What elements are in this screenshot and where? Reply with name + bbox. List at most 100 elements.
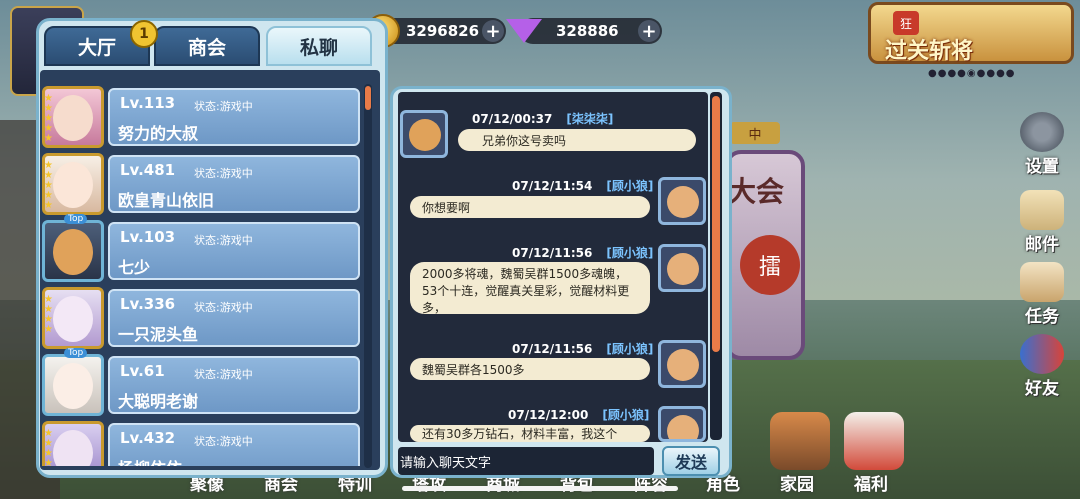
quest-button[interactable]: 任务 bbox=[1012, 262, 1072, 327]
message-sender[interactable]: [柒柒柒] bbox=[566, 112, 613, 126]
sender-avatar[interactable] bbox=[658, 406, 706, 442]
friend-name: 一只泥头鱼 bbox=[118, 325, 199, 344]
gem-amount: 328886 bbox=[556, 22, 619, 40]
event-banner[interactable]: 狂 过关斩将 bbox=[868, 2, 1074, 64]
friend-card: Lv.432 状态:游戏中 杨柳依依 bbox=[108, 423, 360, 466]
gold-amount: 3296826 bbox=[406, 22, 480, 40]
friend-level: Lv.336 bbox=[120, 295, 176, 313]
poster-tag: 中 bbox=[730, 122, 780, 144]
nav-item[interactable]: 福利 bbox=[854, 470, 888, 495]
friend-row[interactable]: ★ ★ ★ ★ Lv.336 状态:游戏中 一只泥头鱼 bbox=[42, 287, 362, 349]
friend-row[interactable]: ★ ★ ★ ★ ★ Lv.113 状态:游戏中 努力的大叔 bbox=[42, 86, 362, 148]
friend-status: 状态:游戏中 bbox=[194, 234, 253, 247]
friend-level: Lv.481 bbox=[120, 161, 176, 179]
gem-resource-bar: 328886 + bbox=[506, 18, 662, 44]
message-meta: 07/12/11:56 [顾小狼] bbox=[512, 340, 653, 357]
top-badge: Top bbox=[64, 214, 88, 224]
sender-avatar[interactable] bbox=[658, 177, 706, 225]
friend-avatar bbox=[42, 220, 104, 282]
settings-label: 设置 bbox=[1025, 157, 1059, 177]
friend-status: 状态:游戏中 bbox=[194, 100, 253, 113]
message-bubble: 魏蜀吴群各1500多 bbox=[410, 358, 650, 380]
friend-row[interactable]: Top Lv.61 状态:游戏中 大聪明老谢 bbox=[42, 348, 362, 416]
message-bubble: 2000多将魂，魏蜀吴群1500多魂魄，53个十连，觉醒真关星彩，觉醒材料更多， bbox=[410, 262, 650, 315]
friend-status: 状态:游戏中 bbox=[194, 167, 253, 180]
friend-name: 杨柳依依 bbox=[118, 455, 182, 466]
message-sender[interactable]: [顾小狼] bbox=[602, 408, 649, 422]
message-bubble: 还有30多万钻石，材料丰富，我这个 bbox=[410, 425, 650, 442]
star-rating-icon: ★★★★★ bbox=[44, 428, 53, 467]
chat-input[interactable]: 请输入聊天文字 bbox=[398, 447, 654, 475]
mail-label: 邮件 bbox=[1025, 235, 1059, 255]
message-meta: 07/12/11:54 [顾小狼] bbox=[512, 177, 653, 194]
message-time: 07/12/11:56 bbox=[512, 246, 593, 260]
sender-avatar[interactable] bbox=[658, 340, 706, 388]
message-bubble: 兄弟你这号卖吗 bbox=[458, 129, 696, 151]
home-icon[interactable] bbox=[770, 412, 830, 470]
top-badge: Top bbox=[64, 348, 88, 358]
friend-level: Lv.432 bbox=[120, 429, 176, 447]
friend-name: 大聪明老谢 bbox=[118, 392, 199, 411]
friend-level: Lv.61 bbox=[120, 362, 165, 380]
event-tag: 狂 bbox=[893, 11, 919, 35]
friends-button[interactable]: 好友 bbox=[1012, 334, 1072, 399]
message-meta: 07/12/00:37 [柒柒柒] bbox=[472, 110, 613, 127]
gear-icon bbox=[1020, 112, 1064, 152]
friend-card: Lv.336 状态:游戏中 一只泥头鱼 bbox=[108, 289, 360, 347]
friend-status: 状态:游戏中 bbox=[194, 301, 253, 314]
friend-card: Lv.61 状态:游戏中 大聪明老谢 bbox=[108, 356, 360, 414]
gold-resource-bar: 3296826 + bbox=[366, 14, 506, 48]
message-time: 07/12/12:00 bbox=[508, 408, 589, 422]
message-sender[interactable]: [顾小狼] bbox=[606, 342, 653, 356]
tab-private-chat[interactable]: 私聊 bbox=[266, 26, 372, 66]
message-sender[interactable]: [顾小狼] bbox=[606, 246, 653, 260]
star-rating-icon: ★★★★★ bbox=[44, 160, 53, 211]
friend-status: 状态:游戏中 bbox=[194, 435, 253, 448]
lucky-cat-icon[interactable] bbox=[844, 412, 904, 470]
message-sender[interactable]: [顾小狼] bbox=[606, 179, 653, 193]
gem-icon bbox=[506, 19, 542, 43]
friend-name: 七少 bbox=[118, 258, 151, 277]
sender-avatar[interactable] bbox=[658, 244, 706, 292]
sender-avatar[interactable] bbox=[400, 110, 448, 158]
event-title: 过关斩将 bbox=[885, 39, 974, 64]
poster-seal: 擂 bbox=[740, 235, 800, 295]
friend-level: Lv.113 bbox=[120, 94, 176, 112]
friend-row[interactable]: ★ ★ ★ ★ ★ Lv.481 状态:游戏中 欧皇青山依旧 bbox=[42, 153, 362, 215]
quest-label: 任务 bbox=[1025, 307, 1059, 327]
send-button[interactable]: 发送 bbox=[662, 446, 720, 476]
message-bubble: 你想要啊 bbox=[410, 196, 650, 218]
chat-scroll-thumb[interactable] bbox=[712, 96, 720, 352]
friend-row[interactable]: Top Lv.103 状态:游戏中 七少 bbox=[42, 214, 362, 282]
mail-icon bbox=[1020, 190, 1064, 230]
friend-status: 状态:游戏中 bbox=[194, 368, 253, 381]
message-time: 07/12/11:56 bbox=[512, 342, 593, 356]
add-gold-button[interactable]: + bbox=[482, 20, 504, 42]
star-rating-icon: ★ ★ ★ ★ bbox=[44, 294, 53, 335]
friend-card: Lv.481 状态:游戏中 欧皇青山依旧 bbox=[108, 155, 360, 213]
home-indicator[interactable] bbox=[402, 486, 678, 491]
chat-tabs: 大厅 商会 私聊 1 bbox=[44, 20, 380, 68]
friend-level: Lv.103 bbox=[120, 228, 176, 246]
friend-card: Lv.113 状态:游戏中 努力的大叔 bbox=[108, 88, 360, 146]
message-meta: 07/12/11:56 [顾小狼] bbox=[512, 244, 653, 261]
poster-title: 大会 bbox=[728, 175, 785, 208]
friend-row[interactable]: ★★★★★ Lv.432 状态:游戏中 杨柳依依 bbox=[42, 421, 362, 466]
notification-badge: 1 bbox=[130, 20, 158, 48]
scroll-icon bbox=[1020, 262, 1064, 302]
friend-list-scrollbar[interactable] bbox=[364, 84, 372, 468]
banner-page-dots: ●●●●◉●●●● bbox=[928, 68, 1016, 79]
tab-guild[interactable]: 商会 bbox=[154, 26, 260, 66]
friend-list-scroll-thumb[interactable] bbox=[365, 86, 371, 110]
message-time: 07/12/00:37 bbox=[472, 112, 553, 126]
mail-button[interactable]: 邮件 bbox=[1012, 190, 1072, 255]
friend-card: Lv.103 状态:游戏中 七少 bbox=[108, 222, 360, 280]
friend-name: 努力的大叔 bbox=[118, 124, 199, 143]
message-time: 07/12/11:54 bbox=[512, 179, 593, 193]
settings-button[interactable]: 设置 bbox=[1012, 112, 1072, 177]
nav-item[interactable]: 家园 bbox=[780, 470, 814, 495]
friends-label: 好友 bbox=[1025, 379, 1059, 399]
friends-icon bbox=[1020, 334, 1064, 374]
friend-name: 欧皇青山依旧 bbox=[118, 191, 215, 210]
add-gem-button[interactable]: + bbox=[638, 20, 660, 42]
